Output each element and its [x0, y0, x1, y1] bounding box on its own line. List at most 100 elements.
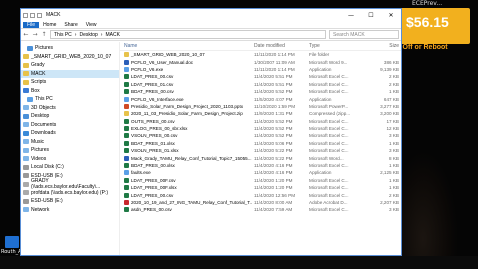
column-date[interactable]: Date modified — [252, 43, 307, 49]
tab-home[interactable]: Home — [39, 22, 60, 28]
file-size: 2,125 KB — [380, 170, 399, 176]
file-name: LDAT_PRES_00.csv — [131, 74, 174, 80]
file-row[interactable]: LDAT_PRES_00F.xlsx 11/4/2020 1:20 PM Micro… — [120, 184, 401, 191]
file-row[interactable]: BDAT_PRES_01.xlsx 11/4/2020 5:06 PM Micros… — [120, 140, 401, 147]
file-row[interactable]: PCFLO_V6_User_Manual.doc 1/30/2007 11:09 … — [120, 58, 401, 65]
sidebar-item[interactable]: Desktop — [21, 112, 119, 121]
up-arrow-icon[interactable]: ↑ — [41, 31, 47, 38]
maximize-button[interactable]: ☐ — [361, 9, 381, 21]
tab-file[interactable]: File — [23, 21, 40, 28]
breadcrumb-mack[interactable]: MACK — [105, 32, 119, 38]
file-icon — [124, 66, 129, 72]
file-size: 1 KB — [389, 177, 399, 183]
file-date: 11/4/2020 5:52 PM — [254, 126, 293, 132]
sidebar-item[interactable]: This PC — [21, 95, 119, 104]
sidebar-item[interactable]: Local Disk (C:) — [21, 163, 119, 172]
file-name-cell: LDAT_PRES_00.csv — [120, 192, 252, 198]
navigation-pane[interactable]: Pictures _SMART_GRID_WEB_2020_10_07 Grady M… — [21, 42, 120, 255]
sidebar-item[interactable]: Downloads — [21, 129, 119, 138]
file-row[interactable]: asdn_PRES_00.csv 11/4/2020 7:59 AM Microso… — [120, 206, 401, 213]
close-button[interactable]: ✕ — [381, 9, 401, 21]
address-bar[interactable]: This PC › Desktop › MACK — [50, 30, 326, 39]
back-arrow-icon[interactable]: ← — [23, 31, 29, 38]
folder-icon — [23, 190, 29, 196]
sidebar-item[interactable]: Documents — [21, 121, 119, 130]
file-row[interactable]: VSOLN_PRES_01.xlsx 11/4/2020 5:22 PM Micro… — [120, 147, 401, 154]
ribbon-tabs[interactable]: File Home Share View — [21, 21, 401, 29]
file-row[interactable]: BDAT_PRES_00.xlsx 11/4/2020 4:16 PM Micros… — [120, 162, 401, 169]
file-icon — [124, 185, 129, 191]
folder-icon — [23, 207, 29, 213]
file-row[interactable]: EXLOG_PRES_00_sbr.xlsx 11/4/2020 5:52 PM M… — [120, 125, 401, 132]
file-row[interactable]: 2020_11_03_Presidio_Solar_Farm_Design_Pr… — [120, 110, 401, 117]
file-size: 3 KB — [389, 148, 399, 154]
file-row[interactable]: VSOLN_PRES_00.csv 11/4/2020 5:52 PM Micros… — [120, 132, 401, 139]
column-name[interactable]: Name — [120, 43, 252, 49]
forward-arrow-icon[interactable]: → — [32, 31, 38, 38]
sidebar-item[interactable]: Box — [21, 87, 119, 96]
file-row[interactable]: Presidio_Solar_Farm_Design_Project_2020_… — [120, 103, 401, 110]
file-size: 1 KB — [389, 185, 399, 191]
breadcrumb-this-pc[interactable]: This PC — [54, 32, 72, 38]
sidebar-item-label: _SMART_GRID_WEB_2020_10_07 — [31, 53, 112, 60]
file-size: 3 KB — [389, 207, 399, 213]
file-name-cell: faults.exe — [120, 170, 252, 176]
file-row[interactable]: PCFLO_V6.exe 11/11/2020 1:14 PM Applicatio… — [120, 66, 401, 73]
sidebar-item[interactable]: Videos — [21, 155, 119, 164]
sidebar-item[interactable]: Music — [21, 138, 119, 147]
file-row[interactable]: LDAT_PRES_00.csv 11/4/2020 12:56 PM Micros… — [120, 191, 401, 198]
file-type: File folder — [309, 52, 330, 58]
file-row[interactable]: LDAT_PRES_01.csv 11/4/2020 5:51 PM Microso… — [120, 81, 401, 88]
file-type: Microsoft Word 9... — [309, 59, 348, 65]
file-list[interactable]: Name Date modified Type Size _SMART_GRID… — [120, 42, 401, 255]
file-size: 1 KB — [389, 89, 399, 95]
sidebar-item[interactable]: Scripts — [21, 78, 119, 87]
title-bar[interactable]: MACK — ☐ ✕ — [21, 9, 401, 21]
file-icon — [124, 59, 129, 65]
tab-share[interactable]: Share — [60, 22, 81, 28]
sidebar-item[interactable]: Pictures — [21, 44, 119, 53]
quick-access-toolbar[interactable] — [23, 12, 42, 18]
column-type[interactable]: Type — [307, 43, 365, 49]
column-size[interactable]: Size — [365, 43, 401, 49]
tab-view[interactable]: View — [82, 22, 101, 28]
file-name-cell: asdn_PRES_00.csv — [120, 207, 252, 213]
file-name-cell: BDAT_PRES_00.xlsx — [120, 163, 252, 169]
sidebar-item[interactable]: _SMART_GRID_WEB_2020_10_07 — [21, 53, 119, 62]
file-row[interactable]: OUTS_PRES_00.csv 11/4/2020 5:52 PM Microso… — [120, 118, 401, 125]
sidebar-item[interactable]: GRADY (\\ads.ecs.baylor.edu\Faculty\... — [21, 178, 119, 190]
file-name: BDAT_PRES_01.xlsx — [131, 140, 175, 146]
file-row[interactable]: LDAT_PRES_00.csv 11/4/2020 5:51 PM Microso… — [120, 73, 401, 80]
new-folder-icon[interactable] — [37, 12, 42, 18]
file-name: EXLOG_PRES_00_sbr.xlsx — [131, 126, 188, 132]
file-row[interactable]: LDAT_PRES_00F.csv 11/4/2020 1:20 PM Micros… — [120, 177, 401, 184]
folder-icon — [23, 54, 29, 60]
file-type: Application — [309, 66, 332, 72]
sidebar-item-label: Music — [31, 138, 45, 145]
file-row[interactable]: _SMART_GRID_WEB_2020_10_07 11/11/2020 1:1… — [120, 51, 401, 58]
desktop-shortcut-icon[interactable] — [5, 236, 19, 248]
file-row[interactable]: BDAT_PRES_00.csv 11/4/2020 5:52 PM Microso… — [120, 88, 401, 95]
file-name-cell: 2020_10_19_and_27_ING_TAMU_Relay_Conf_Tu… — [120, 200, 252, 205]
minimize-button[interactable]: — — [341, 9, 361, 21]
file-row[interactable]: faults.exe 11/4/2020 4:16 PM Application 2,… — [120, 169, 401, 176]
properties-icon[interactable] — [30, 12, 35, 18]
file-row[interactable]: 2020_10_19_and_27_ING_TAMU_Relay_Conf_Tu… — [120, 199, 401, 206]
file-icon — [124, 103, 129, 109]
sidebar-item[interactable]: ESD-USB (E:) — [21, 197, 119, 206]
sidebar-item[interactable]: MACK — [21, 69, 119, 78]
file-row[interactable]: PCFLO_V6_Interface.exe 11/5/2020 4:07 PM A… — [120, 95, 401, 102]
breadcrumb-desktop[interactable]: Desktop — [79, 32, 97, 38]
taskbar[interactable] — [0, 256, 478, 269]
file-explorer-window[interactable]: MACK — ☐ ✕ File Home Share View ← → ↑ Th… — [20, 8, 402, 256]
file-type: Adobe Acrobat D... — [309, 200, 348, 205]
sidebar-item[interactable]: Network — [21, 206, 119, 215]
file-row[interactable]: Mack_Grady_TAMU_Relay_Conf_Tutorial_Topi… — [120, 154, 401, 161]
sidebar-item[interactable]: profdata (\\ads.ecs.baylor.edu) (P:) — [21, 189, 119, 198]
sidebar-item-label: Documents — [31, 121, 57, 128]
search-input[interactable]: Search MACK — [329, 30, 399, 39]
sidebar-item[interactable]: 3D Objects — [21, 104, 119, 113]
sidebar-item[interactable]: Pictures — [21, 146, 119, 155]
sidebar-item[interactable]: Grady — [21, 61, 119, 70]
chevron-right-icon: › — [74, 31, 77, 38]
